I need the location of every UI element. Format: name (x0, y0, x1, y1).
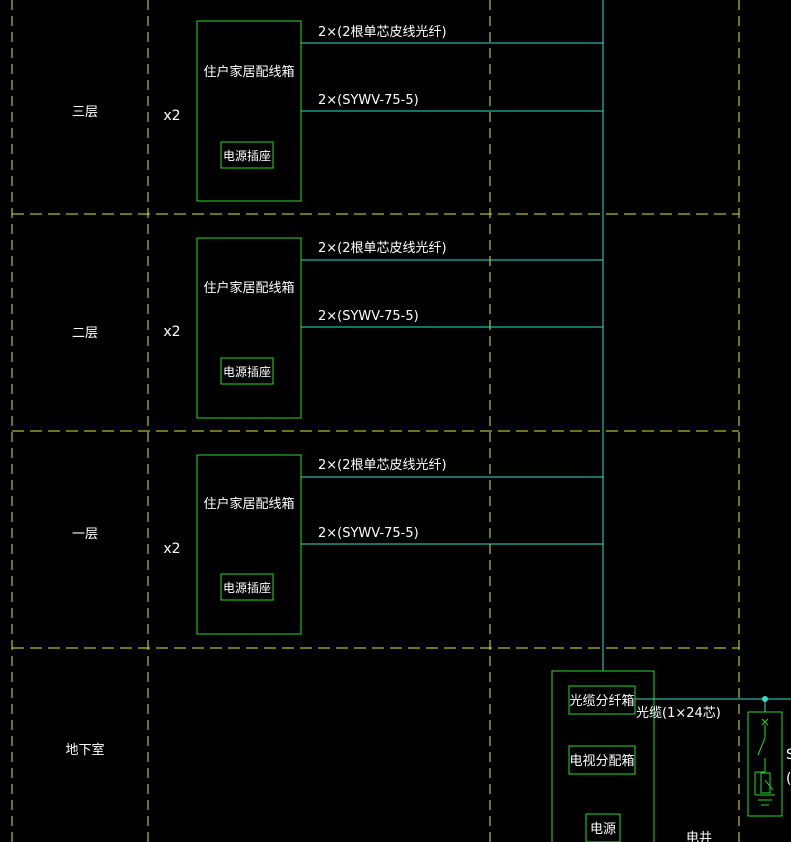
floor-name: 二层 (72, 326, 98, 341)
shaft-label: 电井 (686, 831, 712, 842)
power-socket-label: 电源插座 (223, 364, 271, 379)
grid-lines (11, 0, 740, 842)
unit-count: x2 (163, 108, 180, 124)
fiber-distribution-box-label: 光缆分纤箱 (569, 693, 634, 709)
cut-off-label: S (786, 747, 791, 763)
unit-count: x2 (163, 324, 180, 340)
floor-1: 一层 x2 住户家居配线箱 电源插座 2×(2根单芯皮线光纤) 2×(SYWV-… (72, 454, 603, 635)
power-box-label: 电源 (590, 822, 616, 837)
fiber-cable-label: 2×(2根单芯皮线光纤) (318, 25, 447, 40)
power-socket-label: 电源插座 (223, 580, 271, 595)
riser-diagram: 三层 x2 住户家居配线箱 电源插座 2×(2根单芯皮线光纤) 2×(SYWV-… (11, 0, 791, 842)
basement: 地下室 光缆分纤箱 电视分配箱 电源 光缆(1×24芯) S (电井 (65, 670, 791, 842)
coax-cable-label: 2×(SYWV-75-5) (318, 309, 419, 324)
power-socket-label: 电源插座 (223, 148, 271, 163)
home-wiring-box (196, 20, 302, 202)
home-wiring-box-label: 住户家居配线箱 (203, 64, 294, 80)
fiber-cable-label: 2×(2根单芯皮线光纤) (318, 241, 447, 256)
floor-name: 一层 (72, 527, 98, 542)
trunk-fiber-cable-label: 光缆(1×24芯) (636, 705, 721, 721)
floor-name: 三层 (72, 105, 98, 120)
fiber-cable-label: 2×(2根单芯皮线光纤) (318, 458, 447, 473)
coax-cable-label: 2×(SYWV-75-5) (318, 526, 419, 541)
home-wiring-box (196, 454, 302, 635)
switch-symbol (754, 718, 775, 806)
floor-2: 二层 x2 住户家居配线箱 电源插座 2×(2根单芯皮线光纤) 2×(SYWV-… (72, 237, 603, 419)
cut-off-label: ( (786, 771, 791, 787)
unit-count: x2 (163, 541, 180, 557)
coax-cable-label: 2×(SYWV-75-5) (318, 93, 419, 108)
home-wiring-box-label: 住户家居配线箱 (203, 280, 294, 296)
tv-distribution-box-label: 电视分配箱 (569, 753, 634, 769)
home-wiring-box (196, 237, 302, 419)
home-wiring-box-label: 住户家居配线箱 (203, 496, 294, 512)
floor-3: 三层 x2 住户家居配线箱 电源插座 2×(2根单芯皮线光纤) 2×(SYWV-… (72, 20, 603, 202)
floor-name: 地下室 (65, 742, 104, 758)
